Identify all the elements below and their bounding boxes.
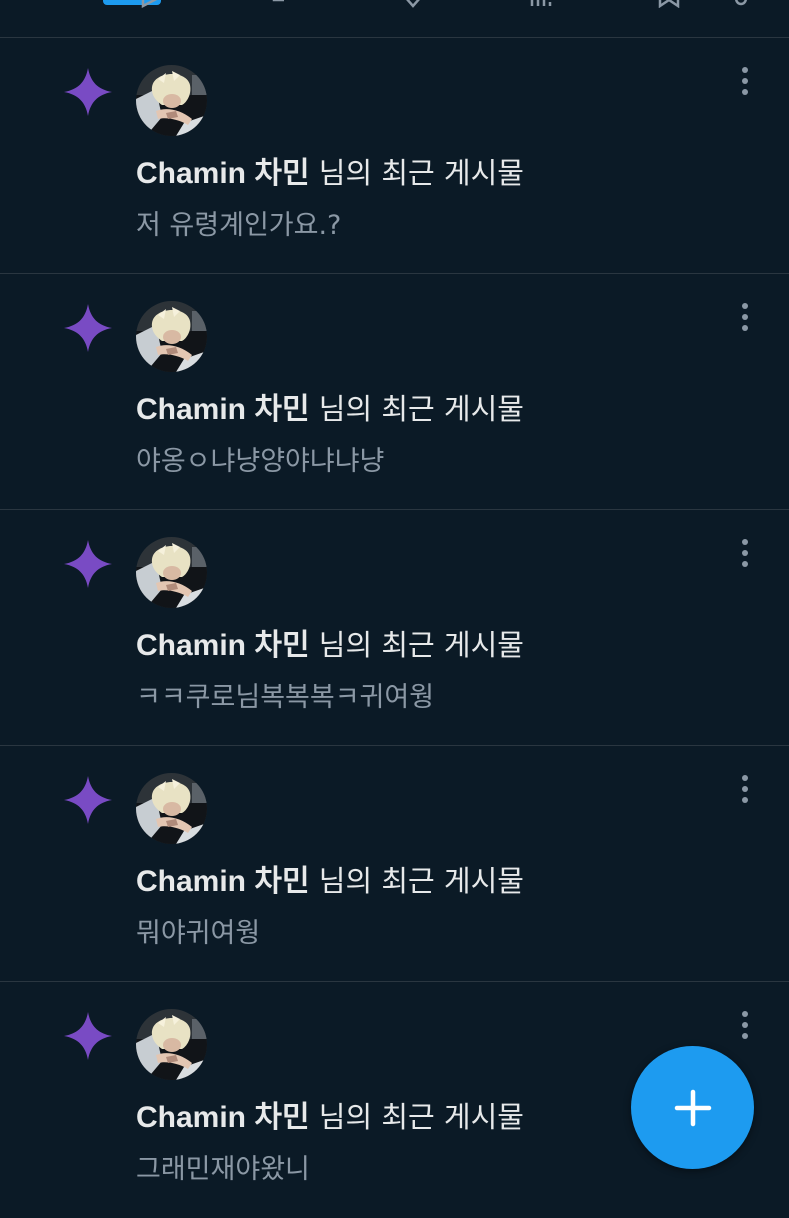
post-snippet: 저 유령계인가요.? — [136, 210, 342, 241]
author-name[interactable]: Chamin 차민 — [136, 629, 310, 662]
notification-item[interactable]: Chamin 차민 님의 최근 게시물 저 유령계인가요.? — [0, 38, 789, 274]
avatar[interactable] — [136, 537, 207, 608]
author-name[interactable]: Chamin 차민 — [136, 157, 310, 190]
tweet-action-bar — [0, 0, 789, 38]
bookmark-icon[interactable] — [656, 0, 682, 8]
notification-suffix: 님의 최근 게시물 — [309, 392, 524, 426]
post-snippet: ㅋㅋ쿠로님복복복ㅋ귀여웡 — [136, 682, 435, 713]
views-icon[interactable] — [528, 0, 554, 8]
sparkle-icon — [62, 1010, 114, 1062]
notification-title: Chamin 차민 님의 최근 게시물 — [136, 390, 524, 429]
avatar[interactable] — [136, 301, 207, 372]
notification-title: Chamin 차민 님의 최근 게시물 — [136, 626, 524, 665]
notification-item[interactable]: Chamin 차민 님의 최근 게시물 뭐야귀여웡 — [0, 746, 789, 982]
post-snippet: 그래민재야왔니 — [136, 1154, 310, 1185]
post-snippet: 뭐야귀여웡 — [136, 918, 261, 949]
retweet-icon[interactable] — [270, 0, 296, 8]
notification-title: Chamin 차민 님의 최근 게시물 — [136, 154, 524, 193]
notification-suffix: 님의 최근 게시물 — [309, 1100, 524, 1134]
compose-button[interactable] — [631, 1046, 754, 1169]
notification-title: Chamin 차민 님의 최근 게시물 — [136, 1098, 524, 1137]
notification-item[interactable]: Chamin 차민 님의 최근 게시물 야옹ㅇ냐냥양야냐냐냥 — [0, 274, 789, 510]
avatar[interactable] — [136, 1009, 207, 1080]
author-name[interactable]: Chamin 차민 — [136, 1101, 310, 1134]
more-options-icon[interactable] — [728, 1008, 762, 1042]
notification-feed: Chamin 차민 님의 최근 게시물 저 유령계인가요.? Chamin 차민… — [0, 38, 789, 1218]
more-options-icon[interactable] — [728, 536, 762, 570]
sparkle-icon — [62, 538, 114, 590]
like-icon[interactable] — [400, 0, 426, 8]
share-icon[interactable] — [728, 0, 754, 8]
author-name[interactable]: Chamin 차민 — [136, 393, 310, 426]
sparkle-icon — [62, 302, 114, 354]
notification-suffix: 님의 최근 게시물 — [309, 628, 524, 662]
notification-item[interactable]: Chamin 차민 님의 최근 게시물 ㅋㅋ쿠로님복복복ㅋ귀여웡 — [0, 510, 789, 746]
notification-suffix: 님의 최근 게시물 — [309, 864, 524, 898]
more-options-icon[interactable] — [728, 300, 762, 334]
more-options-icon[interactable] — [728, 64, 762, 98]
sparkle-icon — [62, 774, 114, 826]
more-options-icon[interactable] — [728, 772, 762, 806]
avatar[interactable] — [136, 65, 207, 136]
reply-icon[interactable] — [140, 0, 166, 8]
plus-icon — [674, 1089, 711, 1126]
notification-suffix: 님의 최근 게시물 — [309, 156, 524, 190]
author-name[interactable]: Chamin 차민 — [136, 865, 310, 898]
post-snippet: 야옹ㅇ냐냥양야냐냐냥 — [136, 446, 385, 477]
avatar[interactable] — [136, 773, 207, 844]
sparkle-icon — [62, 66, 114, 118]
notification-title: Chamin 차민 님의 최근 게시물 — [136, 862, 524, 901]
